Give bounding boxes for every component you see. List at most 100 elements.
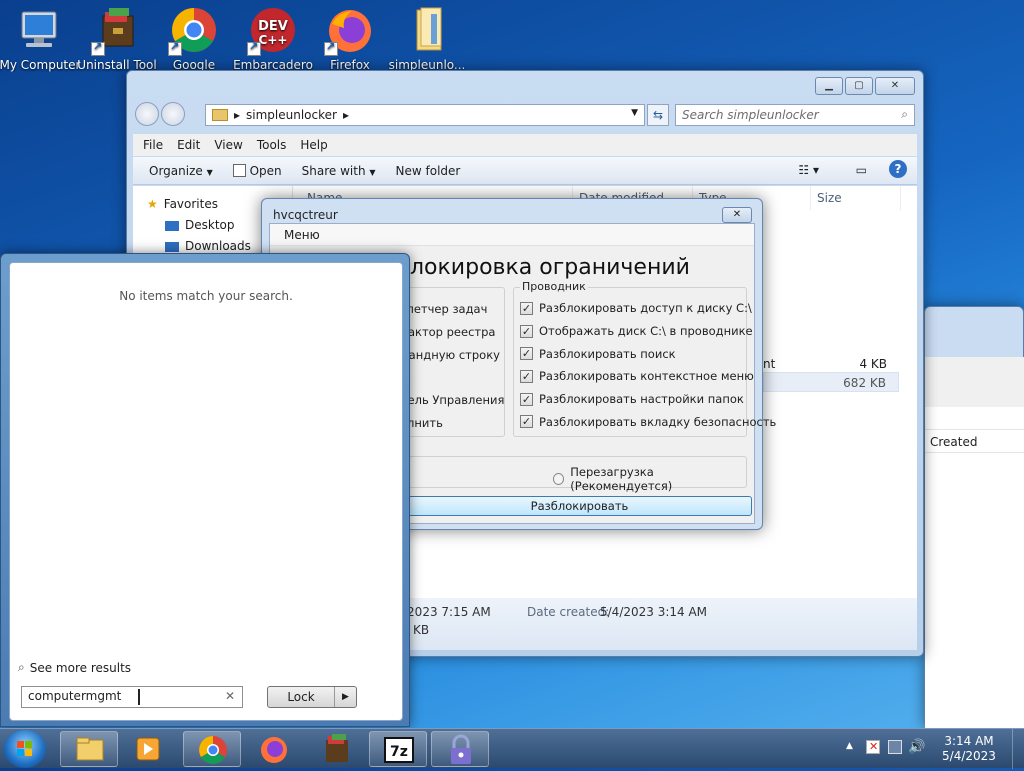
dialog-menu-item[interactable]: Меню	[284, 228, 320, 242]
preview-pane-icon[interactable]: ▭	[856, 163, 867, 177]
media-player-icon	[136, 737, 160, 761]
svg-text:C++: C++	[259, 33, 288, 47]
new-folder-label: New folder	[395, 163, 461, 178]
search-value: computermgmt	[28, 689, 122, 703]
checkbox-checked-icon: ✓	[520, 369, 533, 383]
option-label: Отображать диск C:\ в проводнике	[539, 324, 753, 339]
option-show-drive-c[interactable]: ✓ Отображать диск C:\ в проводнике	[520, 320, 753, 343]
nav-buttons	[135, 102, 185, 126]
table-row-selected[interactable]: 682 KB	[763, 372, 899, 392]
address-bar[interactable]: ▸ simpleunlocker ▸ ▼	[205, 104, 645, 126]
desktop-icon-google[interactable]: Google	[153, 6, 235, 72]
network-icon[interactable]	[888, 740, 902, 754]
clock-date: 5/4/2023	[942, 749, 996, 763]
background-window-toolbar	[925, 357, 1024, 407]
downloads-icon	[165, 241, 179, 252]
menu-view[interactable]: View	[208, 136, 248, 154]
clock[interactable]: 3:14 AM 5/4/2023	[934, 734, 1004, 764]
desktop-icon-embarcadero[interactable]: DEVC++ Embarcadero	[232, 6, 314, 72]
volume-icon[interactable]: 🔊	[908, 739, 925, 755]
left-option[interactable]: С	[400, 366, 504, 389]
left-option[interactable]: мандную строку	[400, 343, 504, 366]
unlock-button[interactable]: Разблокировать	[407, 496, 752, 516]
row-type: nt	[763, 357, 776, 371]
menu-help[interactable]: Help	[294, 136, 333, 154]
left-option[interactable]: спетчер задач	[400, 298, 504, 321]
desktop-icon	[165, 220, 179, 231]
desktop-icon-my-computer[interactable]: My Computer	[0, 6, 81, 72]
search-input[interactable]: Search simpleunlocker ⌕	[675, 104, 915, 126]
open-button[interactable]: Open	[227, 162, 288, 180]
taskbar-simpleunlocker[interactable]	[431, 731, 489, 767]
taskbar-firefox[interactable]	[245, 731, 303, 767]
checkbox-checked-icon: ✓	[520, 324, 533, 338]
table-row[interactable]: nt 4 KB	[763, 354, 899, 374]
option-unlock-security-tab[interactable]: ✓ Разблокировать вкладку безопасность	[520, 410, 776, 433]
address-dropdown-icon[interactable]: ▼	[631, 108, 638, 118]
taskbar-chrome[interactable]	[183, 731, 241, 767]
firefox-icon	[261, 737, 287, 763]
search-placeholder: Search simpleunlocker	[682, 108, 819, 122]
column-header-created[interactable]: Created	[925, 429, 1024, 453]
close-button[interactable]: ✕	[875, 77, 915, 95]
dialog-close-button[interactable]: ✕	[722, 207, 752, 223]
option-unlock-search[interactable]: ✓ Разблокировать поиск	[520, 342, 746, 365]
start-menu[interactable]: No items match your search. ⌕ See more r…	[0, 253, 410, 727]
minimize-button[interactable]: ▁	[815, 77, 843, 95]
see-more-results-link[interactable]: ⌕ See more results	[18, 660, 131, 675]
nav-favorites-label: Favorites	[163, 197, 218, 211]
share-with-button[interactable]: Share with ▼	[296, 162, 382, 180]
clock-time: 3:14 AM	[944, 734, 994, 748]
dev-cpp-icon: DEV C++	[247, 6, 297, 56]
desktop-icon-label: My Computer	[0, 58, 81, 72]
lock-button[interactable]: Lock ▶	[267, 686, 357, 708]
help-icon[interactable]: ?	[889, 160, 907, 178]
menu-file[interactable]: File	[137, 136, 169, 154]
taskbar-uninstall-tool[interactable]	[308, 731, 366, 767]
desktop-icon-simpleunlocker[interactable]: simpleunlo...	[386, 6, 468, 72]
taskbar-7zip[interactable]: 7z	[369, 731, 427, 767]
start-search-input[interactable]: computermgmt ✕	[21, 686, 243, 708]
view-options-icon[interactable]: ☷ ▾	[798, 163, 819, 177]
column-header-size[interactable]: Size	[811, 186, 901, 210]
option-unlock-context-menu[interactable]: ✓ Разблокировать контекстное меню	[520, 365, 754, 388]
show-desktop-button[interactable]	[1012, 729, 1024, 769]
background-window[interactable]: Created	[924, 306, 1024, 729]
start-button[interactable]	[4, 730, 46, 768]
uninstall-tool-icon	[91, 6, 141, 56]
dialog-heading: локировка ограничений	[410, 255, 690, 280]
option-unlock-folder-settings[interactable]: ✓ Разблокировать настройки папок	[520, 388, 746, 411]
new-folder-button[interactable]: New folder	[390, 162, 467, 180]
maximize-button[interactable]: ▢	[845, 77, 873, 95]
option-label: Разблокировать настройки папок	[539, 392, 744, 407]
breadcrumb-path[interactable]: simpleunlocker	[246, 108, 337, 122]
power-options-arrow-icon[interactable]: ▶	[334, 687, 356, 707]
system-tray: ▲ ✕ 🔊 3:14 AM 5/4/2023	[834, 729, 1024, 769]
forward-button[interactable]	[161, 102, 185, 126]
left-option[interactable]: дактор реестра	[400, 321, 504, 344]
open-label: Open	[249, 163, 282, 178]
checkbox-checked-icon: ✓	[520, 415, 533, 429]
chrome-icon	[168, 6, 218, 56]
option-unlock-drive-c[interactable]: ✓ Разблокировать доступ к диску C:\	[520, 297, 752, 320]
left-option[interactable]: олнить	[400, 411, 504, 434]
menu-tools[interactable]: Tools	[251, 136, 293, 154]
action-center-icon[interactable]: ✕	[866, 740, 880, 754]
firefox-icon	[324, 6, 374, 56]
taskbar-media-player[interactable]	[120, 731, 178, 767]
menu-edit[interactable]: Edit	[171, 136, 206, 154]
desktop-icon-uninstall-tool[interactable]: Uninstall Tool	[76, 6, 158, 72]
left-options-list: спетчер задач дактор реестра мандную стр…	[400, 288, 504, 434]
desktop-icon-firefox[interactable]: Firefox	[309, 6, 391, 72]
refresh-icon[interactable]: ⇆	[647, 104, 669, 126]
text-cursor-icon	[138, 689, 140, 705]
organize-button[interactable]: Organize ▼	[143, 162, 219, 180]
show-hidden-icons-icon[interactable]: ▲	[846, 741, 853, 751]
left-option[interactable]: нель Управления	[400, 389, 504, 412]
clear-search-icon[interactable]: ✕	[225, 689, 235, 703]
folder-icon	[212, 109, 228, 121]
taskbar-explorer[interactable]	[60, 731, 118, 767]
back-button[interactable]	[135, 102, 159, 126]
reboot-radio[interactable]: Перезагрузка (Рекомендуется)	[553, 465, 746, 493]
dialog-menu-bar: Меню	[270, 224, 754, 246]
